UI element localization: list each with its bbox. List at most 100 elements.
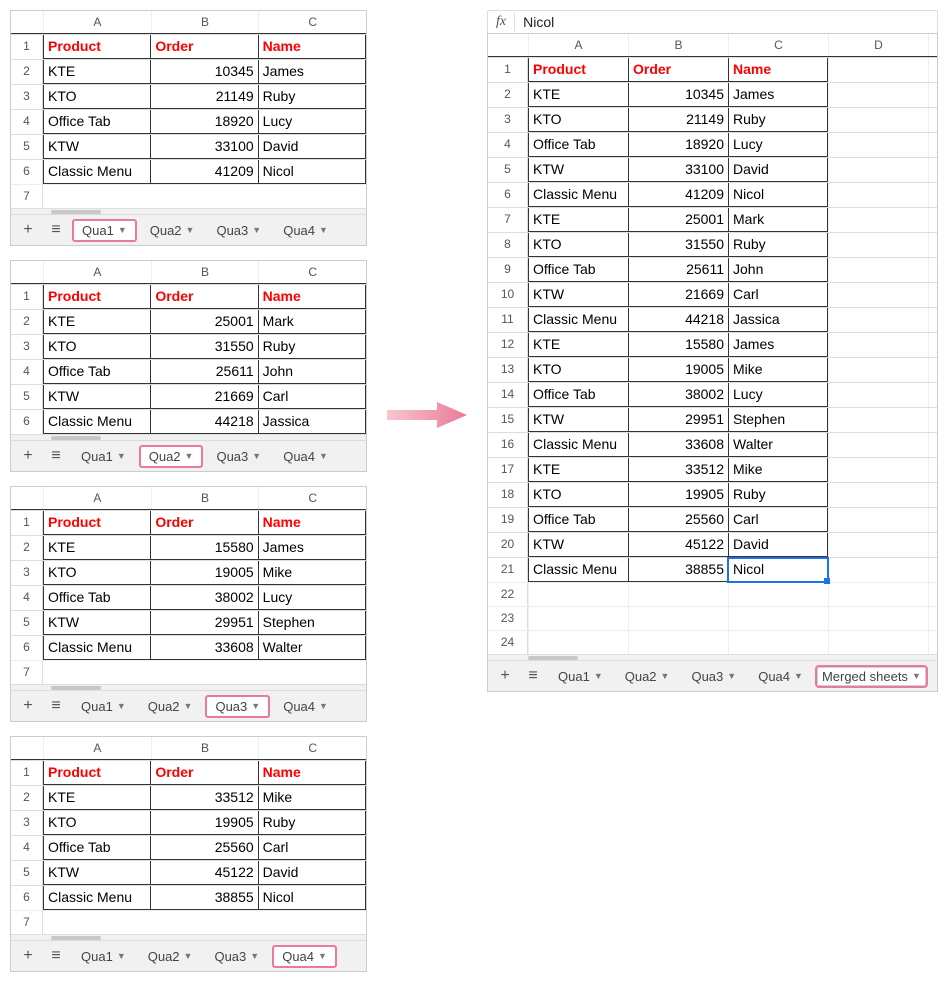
column-header[interactable]: C — [258, 11, 366, 33]
add-sheet-icon[interactable]: + — [17, 695, 39, 717]
cell-order[interactable]: 38855 — [628, 558, 728, 582]
column-header[interactable]: C — [728, 34, 828, 56]
cell-product[interactable]: KTO — [43, 335, 150, 359]
row-header[interactable]: 11 — [488, 308, 528, 332]
cell-name[interactable]: David — [258, 135, 366, 159]
cell-order[interactable]: 33512 — [150, 786, 257, 810]
column-header[interactable]: B — [151, 487, 259, 509]
cell-order[interactable]: 25611 — [628, 258, 728, 282]
cell-product[interactable]: KTW — [43, 861, 150, 885]
cell-order[interactable]: 31550 — [628, 233, 728, 257]
column-header[interactable]: B — [628, 34, 728, 56]
cell-product[interactable]: KTE — [43, 536, 150, 560]
cell-name[interactable]: Mike — [258, 786, 366, 810]
row-header[interactable]: 12 — [488, 333, 528, 357]
add-sheet-icon[interactable]: + — [494, 665, 516, 687]
row-header[interactable]: 8 — [488, 233, 528, 257]
cell-name[interactable]: Jassica — [258, 410, 366, 434]
cell-name[interactable]: Carl — [258, 836, 366, 860]
cell-product[interactable]: KTW — [528, 408, 628, 432]
sheet-tab-q1[interactable]: Qua1 ▼ — [73, 697, 134, 716]
cell-name[interactable]: Carl — [728, 508, 828, 532]
cell-product[interactable]: Office Tab — [43, 586, 150, 610]
cell-product[interactable]: Classic Menu — [528, 433, 628, 457]
sheet-tab-q2[interactable]: Qua2 ▼ — [140, 947, 201, 966]
sheet-tab-q2[interactable]: Qua2 ▼ — [617, 667, 678, 686]
cell-order[interactable]: 29951 — [150, 611, 257, 635]
row-header[interactable]: 7 — [11, 661, 43, 684]
cell-order[interactable]: 19905 — [150, 811, 257, 835]
cell-product[interactable]: KTE — [528, 83, 628, 107]
cell-product[interactable]: KTE — [43, 60, 150, 84]
cell-order[interactable]: 21669 — [628, 283, 728, 307]
row-header[interactable]: 4 — [11, 836, 43, 860]
column-header[interactable]: A — [528, 34, 628, 56]
cell-order[interactable]: 15580 — [150, 536, 257, 560]
cell-name[interactable]: Lucy — [258, 586, 366, 610]
row-header[interactable]: 21 — [488, 558, 528, 582]
row-header[interactable]: 18 — [488, 483, 528, 507]
row-header[interactable]: 4 — [11, 110, 43, 134]
row-header[interactable]: 3 — [488, 108, 528, 132]
header-cell-name[interactable]: Name — [728, 58, 828, 82]
column-header[interactable]: B — [151, 11, 259, 33]
cell-name[interactable]: Ruby — [728, 483, 828, 507]
row-header[interactable]: 15 — [488, 408, 528, 432]
cell-name[interactable]: Mike — [258, 561, 366, 585]
row-header[interactable]: 3 — [11, 811, 43, 835]
add-sheet-icon[interactable]: + — [17, 945, 39, 967]
cell-name[interactable]: John — [258, 360, 366, 384]
cell-name[interactable]: Nicol — [258, 886, 366, 910]
column-header[interactable]: A — [43, 487, 151, 509]
all-sheets-icon[interactable]: ≡ — [45, 219, 67, 241]
add-sheet-icon[interactable]: + — [17, 219, 39, 241]
cell-name[interactable]: Nicol — [258, 160, 366, 184]
row-header[interactable]: 19 — [488, 508, 528, 532]
header-cell-order[interactable]: Order — [150, 761, 257, 785]
column-header[interactable]: A — [43, 737, 151, 759]
cell-order[interactable]: 44218 — [150, 410, 257, 434]
cell-order[interactable]: 10345 — [628, 83, 728, 107]
cell-order[interactable]: 15580 — [628, 333, 728, 357]
sheet-tab-q3[interactable]: Qua3 ▼ — [206, 947, 267, 966]
column-header[interactable]: C — [258, 487, 366, 509]
cell-product[interactable]: KTO — [43, 561, 150, 585]
row-header[interactable]: 2 — [488, 83, 528, 107]
cell-product[interactable]: Office Tab — [528, 133, 628, 157]
header-cell-name[interactable]: Name — [258, 285, 366, 309]
column-header[interactable]: B — [151, 261, 259, 283]
cell-product[interactable]: KTO — [528, 108, 628, 132]
cell-product[interactable]: Classic Menu — [43, 636, 150, 660]
cell-name[interactable]: Walter — [728, 433, 828, 457]
cell-order[interactable]: 25560 — [150, 836, 257, 860]
horizontal-scrollbar[interactable] — [11, 208, 366, 214]
cell-product[interactable]: KTO — [43, 811, 150, 835]
cell-product[interactable]: KTW — [43, 135, 150, 159]
cell-product[interactable]: KTE — [43, 310, 150, 334]
row-header[interactable]: 4 — [11, 586, 43, 610]
row-header[interactable]: 24 — [488, 631, 528, 654]
header-cell-product[interactable]: Product — [43, 511, 150, 535]
row-header[interactable]: 1 — [11, 511, 43, 535]
column-header[interactable]: D — [828, 34, 928, 56]
cell-name[interactable]: Ruby — [728, 108, 828, 132]
header-cell-name[interactable]: Name — [258, 35, 366, 59]
row-header[interactable]: 2 — [11, 60, 43, 84]
cell-order[interactable]: 25001 — [150, 310, 257, 334]
all-sheets-icon[interactable]: ≡ — [45, 945, 67, 967]
row-header[interactable]: 2 — [11, 536, 43, 560]
row-header[interactable]: 4 — [11, 360, 43, 384]
row-header[interactable]: 2 — [11, 310, 43, 334]
cell-order[interactable]: 33100 — [628, 158, 728, 182]
cell-order[interactable]: 19005 — [150, 561, 257, 585]
sheet-tab-q3[interactable]: Qua3 ▼ — [683, 667, 744, 686]
cell-order[interactable]: 31550 — [150, 335, 257, 359]
row-header[interactable]: 7 — [488, 208, 528, 232]
row-header[interactable]: 23 — [488, 607, 528, 630]
row-header[interactable]: 20 — [488, 533, 528, 557]
sheet-tab-q2[interactable]: Qua2 ▼ — [142, 221, 203, 240]
cell-product[interactable]: Classic Menu — [528, 558, 628, 582]
add-sheet-icon[interactable]: + — [17, 445, 39, 467]
cell-product[interactable]: Office Tab — [43, 110, 150, 134]
row-header[interactable]: 5 — [488, 158, 528, 182]
